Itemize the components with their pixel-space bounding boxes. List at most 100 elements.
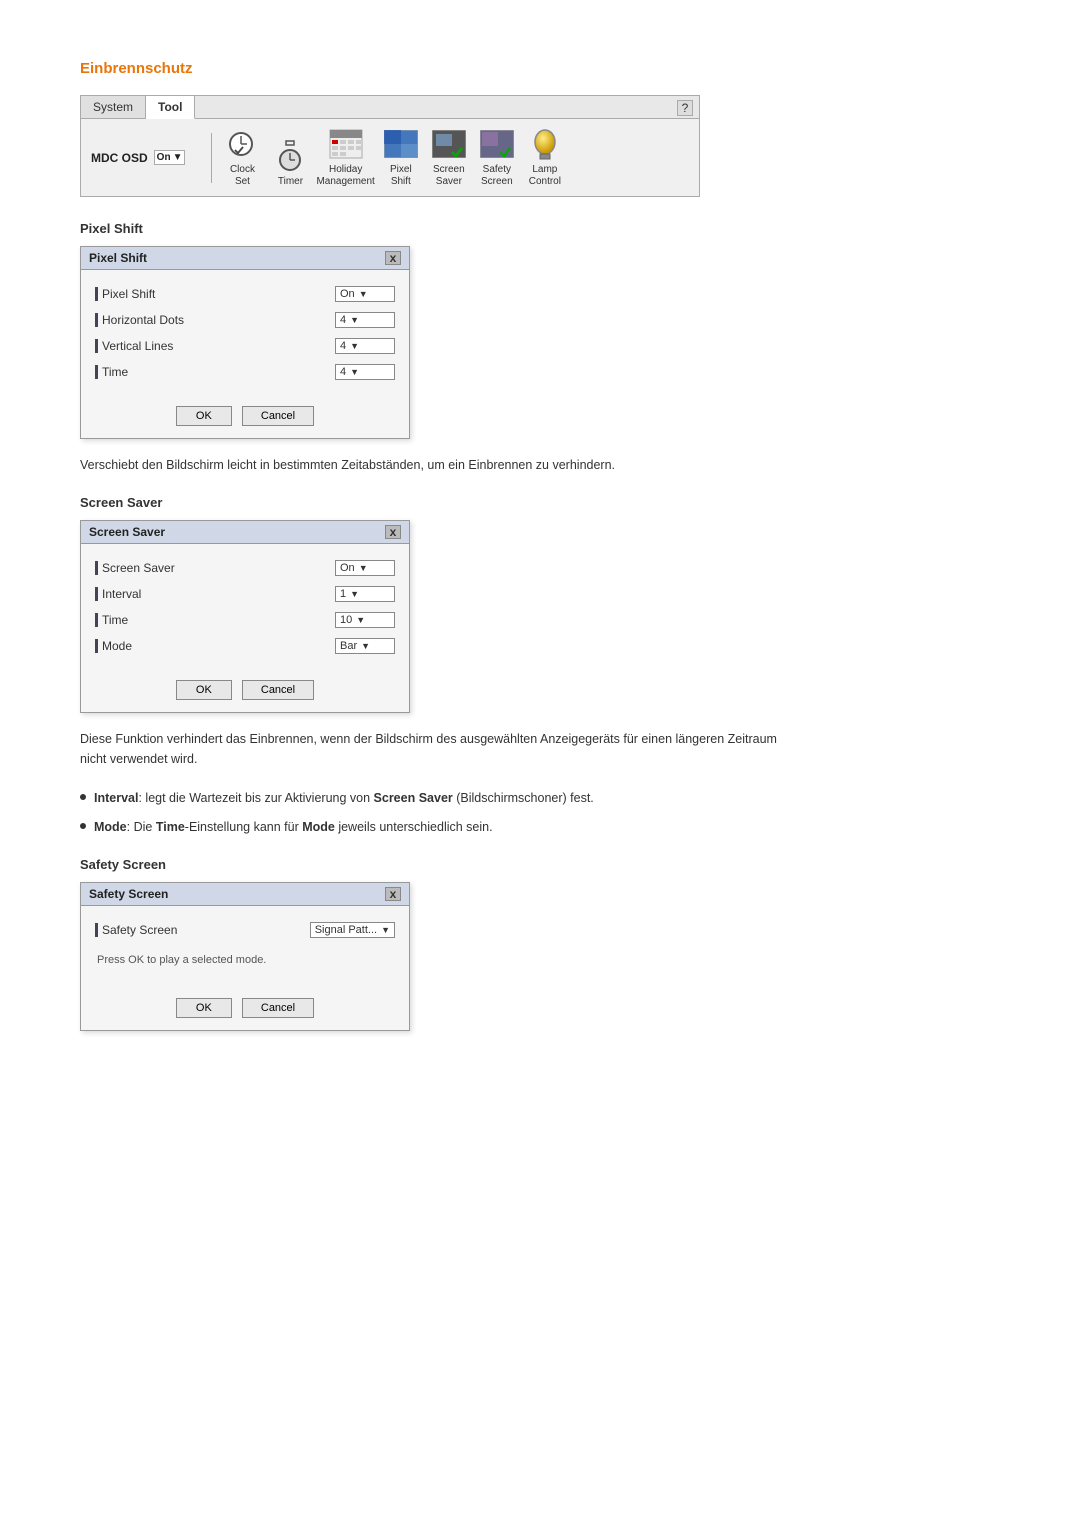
safety-screen-dialog-body: Safety Screen Signal Patt... ▼ Press OK … — [81, 906, 409, 992]
pixel-shift-row-2: Vertical Lines 4 ▼ — [95, 338, 395, 354]
toolbar-tabs: System Tool — [81, 96, 699, 119]
safety-screen-select-0[interactable]: Signal Patt... ▼ — [310, 922, 395, 938]
screen-saver-row-2: Time 10 ▼ — [95, 612, 395, 628]
safety-screen-cancel-button[interactable]: Cancel — [242, 998, 314, 1018]
bullet-text-1: Mode: Die Time-Einstellung kann für Mode… — [94, 818, 493, 837]
pixel-shift-select-1[interactable]: 4 ▼ — [335, 312, 395, 328]
safety-screen-heading: Safety Screen — [80, 857, 1000, 872]
screen-saver-heading: Screen Saver — [80, 495, 1000, 510]
label-bar — [95, 923, 98, 937]
label-bar — [95, 287, 98, 301]
screen-saver-label-3: Mode — [95, 639, 132, 653]
pixel-shift-label-1: Horizontal Dots — [95, 313, 184, 327]
label-bar — [95, 313, 98, 327]
help-icon[interactable]: ? — [677, 100, 693, 116]
toolbar-item-pixel-shift-label: Pixel Shift — [390, 164, 412, 188]
label-bar — [95, 365, 98, 379]
screen-saver-bullets: Interval: legt die Wartezeit bis zur Akt… — [80, 789, 800, 837]
pixel-shift-icon — [383, 127, 419, 161]
tab-system[interactable]: System — [81, 96, 146, 118]
toolbar-item-screen-saver-label: Screen Saver — [433, 164, 465, 188]
toolbar-item-screen-saver[interactable]: Screen Saver — [427, 127, 471, 188]
bullet-item-0: Interval: legt die Wartezeit bis zur Akt… — [80, 789, 800, 808]
label-bar — [95, 339, 98, 353]
screen-saver-select-3[interactable]: Bar ▼ — [335, 638, 395, 654]
mdc-osd-select[interactable]: On ▼ — [154, 150, 186, 165]
pixel-shift-close-button[interactable]: x — [385, 251, 401, 265]
screen-saver-close-button[interactable]: x — [385, 525, 401, 539]
tab-tool[interactable]: Tool — [146, 96, 195, 119]
pixel-shift-select-2[interactable]: 4 ▼ — [335, 338, 395, 354]
toolbar-item-holiday-label: Holiday Management — [316, 164, 374, 188]
pixel-shift-label-3: Time — [95, 365, 128, 379]
screen-saver-select-0[interactable]: On ▼ — [335, 560, 395, 576]
screen-saver-label-2: Time — [95, 613, 128, 627]
toolbar-item-holiday[interactable]: Holiday Management — [316, 127, 374, 188]
screen-saver-label-0: Screen Saver — [95, 561, 175, 575]
safety-screen-ok-button[interactable]: OK — [176, 998, 232, 1018]
bullet-dot-1 — [80, 823, 86, 829]
holiday-icon — [328, 127, 364, 161]
pixel-shift-title-bar: Pixel Shift x — [81, 247, 409, 270]
screen-saver-cancel-button[interactable]: Cancel — [242, 680, 314, 700]
pixel-shift-row-3: Time 4 ▼ — [95, 364, 395, 380]
pixel-shift-cancel-button[interactable]: Cancel — [242, 406, 314, 426]
safety-screen-row-0: Safety Screen Signal Patt... ▼ — [95, 922, 395, 938]
pixel-shift-row-0: Pixel Shift On ▼ — [95, 286, 395, 302]
pixel-shift-select-3[interactable]: 4 ▼ — [335, 364, 395, 380]
toolbar: ? System Tool MDC OSD On ▼ — [80, 95, 700, 197]
screen-saver-dialog-title: Screen Saver — [89, 525, 165, 539]
toolbar-item-lamp-label: Lamp Control — [529, 164, 561, 188]
lamp-icon — [527, 127, 563, 161]
toolbar-item-timer[interactable]: Timer — [268, 139, 312, 188]
screen-saver-dialog-footer: OK Cancel — [81, 674, 409, 712]
toolbar-items: Clock Set Timer — [220, 127, 566, 188]
toolbar-divider — [211, 133, 212, 183]
screen-saver-select-2[interactable]: 10 ▼ — [335, 612, 395, 628]
pixel-shift-dialog-title: Pixel Shift — [89, 251, 147, 265]
safety-screen-dialog-footer: OK Cancel — [81, 992, 409, 1030]
timer-icon — [272, 139, 308, 173]
pixel-shift-row-1: Horizontal Dots 4 ▼ — [95, 312, 395, 328]
screen-saver-title-bar: Screen Saver x — [81, 521, 409, 544]
screen-saver-select-1[interactable]: 1 ▼ — [335, 586, 395, 602]
bullet-item-1: Mode: Die Time-Einstellung kann für Mode… — [80, 818, 800, 837]
pixel-shift-description: Verschiebt den Bildschirm leicht in best… — [80, 455, 800, 475]
safety-screen-title-bar: Safety Screen x — [81, 883, 409, 906]
toolbar-body: MDC OSD On ▼ Clock S — [81, 119, 699, 196]
pixel-shift-heading: Pixel Shift — [80, 221, 1000, 236]
safety-screen-dialog: Safety Screen x Safety Screen Signal Pat… — [80, 882, 410, 1031]
page-title: Einbrennschutz — [80, 60, 1000, 77]
screen-saver-row-0: Screen Saver On ▼ — [95, 560, 395, 576]
toolbar-item-lamp-control[interactable]: Lamp Control — [523, 127, 567, 188]
pixel-shift-label-2: Vertical Lines — [95, 339, 173, 353]
screen-saver-dialog-body: Screen Saver On ▼ Interval 1 ▼ Time — [81, 544, 409, 674]
screen-saver-row-1: Interval 1 ▼ — [95, 586, 395, 602]
toolbar-item-timer-label: Timer — [278, 176, 303, 188]
pixel-shift-dialog: Pixel Shift x Pixel Shift On ▼ Horizonta… — [80, 246, 410, 439]
safety-screen-icon — [479, 127, 515, 161]
screen-saver-ok-button[interactable]: OK — [176, 680, 232, 700]
screen-saver-row-3: Mode Bar ▼ — [95, 638, 395, 654]
bullet-text-0: Interval: legt die Wartezeit bis zur Akt… — [94, 789, 594, 808]
safety-screen-label-0: Safety Screen — [95, 923, 177, 937]
pixel-shift-dialog-footer: OK Cancel — [81, 400, 409, 438]
pixel-shift-select-0[interactable]: On ▼ — [335, 286, 395, 302]
toolbar-item-safety-screen-label: Safety Screen — [481, 164, 513, 188]
toolbar-item-clock-set[interactable]: Clock Set — [220, 127, 264, 188]
label-bar — [95, 587, 98, 601]
toolbar-item-pixel-shift[interactable]: Pixel Shift — [379, 127, 423, 188]
pixel-shift-label-0: Pixel Shift — [95, 287, 155, 301]
label-bar — [95, 639, 98, 653]
safety-screen-close-button[interactable]: x — [385, 887, 401, 901]
safety-screen-dialog-title: Safety Screen — [89, 887, 168, 901]
screen-saver-icon — [431, 127, 467, 161]
screen-saver-description: Diese Funktion verhindert das Einbrennen… — [80, 729, 800, 769]
pixel-shift-ok-button[interactable]: OK — [176, 406, 232, 426]
toolbar-item-clock-set-label: Clock Set — [230, 164, 255, 188]
toolbar-item-safety-screen[interactable]: Safety Screen — [475, 127, 519, 188]
clock-icon — [224, 127, 260, 161]
screen-saver-label-1: Interval — [95, 587, 141, 601]
pixel-shift-dialog-body: Pixel Shift On ▼ Horizontal Dots 4 ▼ Ver… — [81, 270, 409, 400]
screen-saver-dialog: Screen Saver x Screen Saver On ▼ Interva… — [80, 520, 410, 713]
